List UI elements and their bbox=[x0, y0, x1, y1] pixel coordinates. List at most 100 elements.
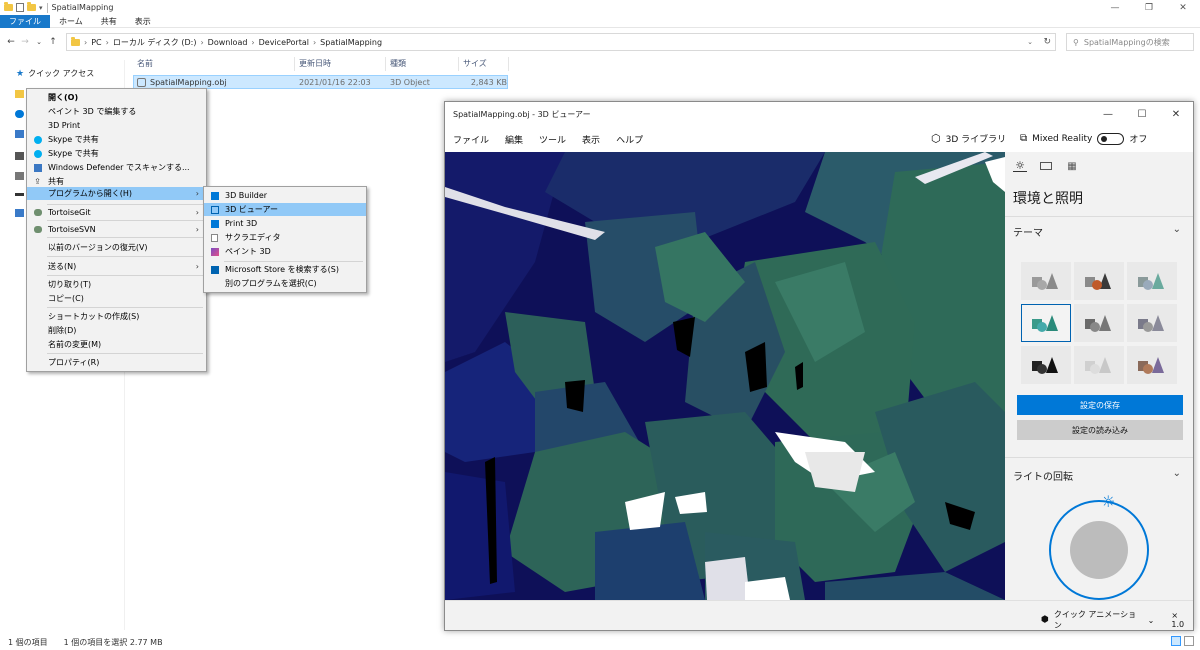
paint-3d-icon bbox=[210, 247, 219, 256]
menu-skype-share-1[interactable]: Skype で共有 bbox=[27, 133, 206, 146]
skype-icon bbox=[33, 135, 42, 144]
submenu-paint-3d[interactable]: ペイント 3D bbox=[204, 245, 366, 258]
drive-icon[interactable] bbox=[15, 193, 24, 196]
submenu-print-3d[interactable]: Print 3D bbox=[204, 217, 366, 230]
light-rotation-knob[interactable] bbox=[1070, 521, 1128, 579]
column-type[interactable]: 種類 bbox=[386, 57, 459, 71]
recent-dropdown-icon[interactable]: ⌄ bbox=[32, 38, 46, 46]
chevron-down-icon[interactable]: ⌄ bbox=[1173, 224, 1181, 235]
theme-tile[interactable] bbox=[1074, 304, 1124, 342]
mixed-reality-toggle[interactable] bbox=[1097, 132, 1125, 145]
column-size[interactable]: サイズ bbox=[459, 57, 509, 71]
refresh-icon[interactable]: ↻ bbox=[1043, 37, 1051, 47]
menu-view[interactable]: 表示 bbox=[574, 133, 608, 146]
theme-tile-selected[interactable] bbox=[1021, 304, 1071, 342]
submenu-3d-builder[interactable]: 3D Builder bbox=[204, 189, 366, 202]
close-button[interactable]: ✕ bbox=[1166, 0, 1200, 15]
viewer-close-button[interactable]: ✕ bbox=[1159, 102, 1193, 127]
sun-icon[interactable]: ☼ bbox=[1013, 159, 1027, 172]
breadcrumb-pc[interactable]: PC bbox=[91, 38, 101, 47]
menu-help[interactable]: ヘルプ bbox=[608, 133, 651, 146]
menu-tortoisesvn[interactable]: TortoiseSVN › bbox=[27, 223, 206, 236]
details-view-icon[interactable] bbox=[1171, 636, 1181, 646]
address-row: ← → ⌄ ↑ › PC › ローカル ディスク (D:) › Download… bbox=[0, 33, 1200, 51]
large-icons-view-icon[interactable] bbox=[1184, 636, 1194, 646]
menu-separator bbox=[47, 204, 203, 205]
breadcrumb-drive[interactable]: ローカル ディスク (D:) bbox=[113, 37, 197, 48]
new-folder-icon[interactable] bbox=[27, 2, 36, 11]
menu-open-with[interactable]: プログラムから開く(H) › bbox=[27, 187, 206, 200]
menu-skype-share-2[interactable]: Skype で共有 bbox=[27, 147, 206, 160]
viewer-minimize-button[interactable]: — bbox=[1091, 102, 1125, 127]
menu-rename[interactable]: 名前の変更(M) bbox=[27, 338, 206, 351]
submenu-sakura-editor[interactable]: サクラエディタ bbox=[204, 231, 366, 244]
menu-defender-scan[interactable]: Windows Defender でスキャンする... bbox=[27, 161, 206, 174]
menu-tortoisegit[interactable]: TortoiseGit › bbox=[27, 206, 206, 219]
save-settings-button[interactable]: 設定の保存 bbox=[1017, 395, 1183, 415]
grid-icon[interactable]: ▦ bbox=[1065, 160, 1079, 172]
theme-tile[interactable] bbox=[1127, 304, 1177, 342]
customize-qat-icon[interactable]: ▾ bbox=[39, 4, 43, 12]
minimize-button[interactable]: — bbox=[1098, 0, 1132, 15]
up-button[interactable]: ↑ bbox=[46, 37, 60, 47]
animation-speed[interactable]: × 1.0 bbox=[1171, 611, 1193, 629]
3d-library-button[interactable]: ⬡ 3D ライブラリ bbox=[931, 132, 1006, 145]
menu-separator bbox=[47, 307, 203, 308]
menu-tools[interactable]: ツール bbox=[531, 133, 574, 146]
submenu-3d-viewer[interactable]: 3D ビューアー bbox=[204, 203, 366, 216]
menu-properties[interactable]: プロパティ(R) bbox=[27, 356, 206, 369]
viewer-maximize-button[interactable]: ☐ bbox=[1125, 102, 1159, 127]
tab-file[interactable]: ファイル bbox=[0, 14, 50, 28]
drive-icon[interactable] bbox=[15, 172, 24, 180]
menu-open[interactable]: 開く(O) bbox=[27, 91, 206, 104]
submenu-store-search[interactable]: Microsoft Store を検索する(S) bbox=[204, 263, 366, 276]
maximize-button[interactable]: ❐ bbox=[1132, 0, 1166, 15]
folder-icon[interactable] bbox=[15, 90, 24, 98]
column-modified[interactable]: 更新日時 bbox=[295, 57, 386, 71]
load-settings-button[interactable]: 設定の読み込み bbox=[1017, 420, 1183, 440]
quick-animation-control[interactable]: ⬢ クイック アニメーション ⌄ × 1.0 bbox=[1041, 609, 1193, 631]
light-rotation-dial[interactable] bbox=[1049, 500, 1149, 600]
tortoisesvn-icon bbox=[33, 225, 42, 234]
menu-create-shortcut[interactable]: ショートカットの作成(S) bbox=[27, 310, 206, 323]
pc-icon[interactable] bbox=[15, 130, 24, 138]
breadcrumb-download[interactable]: Download bbox=[208, 38, 248, 47]
menu-file[interactable]: ファイル bbox=[445, 133, 497, 146]
menu-restore-versions[interactable]: 以前のバージョンの復元(V) bbox=[27, 241, 206, 254]
back-button[interactable]: ← bbox=[4, 37, 18, 47]
theme-tile[interactable] bbox=[1074, 262, 1124, 300]
tab-home[interactable]: ホーム bbox=[50, 15, 92, 28]
properties-quick-icon[interactable] bbox=[16, 3, 24, 12]
menu-copy[interactable]: コピー(C) bbox=[27, 292, 206, 305]
menu-paint3d-edit[interactable]: ペイント 3D で編集する bbox=[27, 105, 206, 118]
search-box[interactable]: ⚲ SpatialMappingの検索 bbox=[1066, 33, 1194, 51]
column-name[interactable]: 名前 bbox=[133, 57, 295, 71]
onedrive-icon[interactable] bbox=[15, 110, 24, 118]
submenu-choose-other[interactable]: 別のプログラムを選択(C) bbox=[204, 277, 366, 290]
address-bar[interactable]: › PC › ローカル ディスク (D:) › Download › Devic… bbox=[66, 33, 1056, 51]
menu-send-to[interactable]: 送る(N) › bbox=[27, 260, 206, 273]
nav-quick-access[interactable]: ★ クイック アクセス bbox=[16, 68, 94, 79]
theme-tile[interactable] bbox=[1074, 346, 1124, 384]
theme-tile[interactable] bbox=[1021, 262, 1071, 300]
breadcrumb-deviceportal[interactable]: DevicePortal bbox=[259, 38, 309, 47]
theme-tile[interactable] bbox=[1127, 346, 1177, 384]
menu-delete[interactable]: 削除(D) bbox=[27, 324, 206, 337]
tab-view[interactable]: 表示 bbox=[126, 15, 160, 28]
drive-icon[interactable] bbox=[15, 152, 24, 160]
stats-icon[interactable] bbox=[1039, 160, 1053, 172]
3d-viewport[interactable] bbox=[445, 152, 1005, 600]
address-dropdown-icon[interactable]: ⌄ bbox=[1027, 38, 1033, 46]
tab-share[interactable]: 共有 bbox=[92, 15, 126, 28]
theme-tile[interactable] bbox=[1127, 262, 1177, 300]
menu-3d-print[interactable]: 3D Print bbox=[27, 119, 206, 132]
theme-tile[interactable] bbox=[1021, 346, 1071, 384]
chevron-right-icon: › bbox=[105, 37, 109, 47]
chevron-down-icon[interactable]: ⌄ bbox=[1173, 468, 1181, 479]
forward-button[interactable]: → bbox=[18, 37, 32, 47]
file-row[interactable]: SpatialMapping.obj 2021/01/16 22:03 3D O… bbox=[133, 75, 508, 89]
network-icon[interactable] bbox=[15, 209, 24, 217]
menu-edit[interactable]: 編集 bbox=[497, 133, 531, 146]
breadcrumb-spatialmapping[interactable]: SpatialMapping bbox=[320, 38, 382, 47]
menu-cut[interactable]: 切り取り(T) bbox=[27, 278, 206, 291]
